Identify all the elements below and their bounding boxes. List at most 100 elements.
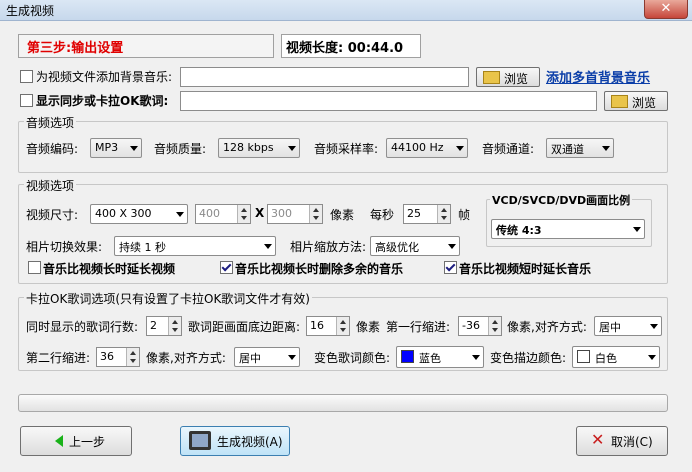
extend-video-label: 音乐比视频长时延长视频 — [43, 262, 176, 276]
trim-music-label: 音乐比视频长时删除多余的音乐 — [235, 262, 404, 276]
close-icon: ✕ — [591, 430, 605, 449]
indent1-label: 第一行缩进: — [386, 320, 451, 334]
audio-channel-select[interactable]: 双通道 — [546, 138, 614, 158]
arrow-up-icon — [130, 351, 136, 355]
audio-quality-label: 音频质量: — [154, 142, 207, 156]
lyrics-browse-button[interactable]: 浏览 — [604, 91, 668, 111]
step-title: 第三步:输出设置 — [27, 41, 124, 56]
progress-bar — [18, 394, 668, 412]
arrow-up-icon — [313, 208, 319, 212]
video-height-stepper[interactable]: 300 — [267, 204, 323, 224]
add-multiple-music-link[interactable]: 添加多首背景音乐 — [546, 67, 650, 86]
arrow-down-icon — [313, 216, 319, 220]
arrow-down-icon — [492, 328, 498, 332]
step-title-panel: 第三步:输出设置 — [18, 34, 274, 58]
aspect-ratio-group-title: VCD/SVCD/DVD画面比例 — [490, 192, 633, 208]
align2-label: 像素,对齐方式: — [146, 351, 226, 365]
arrow-up-icon — [172, 320, 178, 324]
video-length-panel: 视频长度: 00:44.0 — [281, 34, 421, 58]
generate-video-button[interactable]: 生成视频(A) — [180, 426, 290, 456]
zoom-method-label: 相片缩放方法: — [290, 240, 367, 254]
video-size-label: 视频尺寸: — [26, 208, 79, 222]
chevron-down-icon — [650, 324, 658, 329]
video-group-title: 视频选项 — [24, 177, 77, 194]
audio-quality-select[interactable]: 128 kbps — [218, 138, 300, 158]
extend-music-checkbox[interactable] — [444, 261, 457, 274]
chevron-down-icon — [288, 146, 296, 151]
arrow-up-icon — [241, 208, 247, 212]
chevron-down-icon — [288, 355, 296, 360]
arrow-left-icon — [55, 435, 63, 447]
title-bar: 生成视频 ✕ — [0, 0, 692, 21]
bgmusic-label: 为视频文件添加背景音乐: — [36, 70, 173, 84]
outline-color-label: 变色描边颜色: — [490, 351, 567, 365]
video-size-select[interactable]: 400 X 300 — [90, 204, 188, 224]
chevron-down-icon — [456, 146, 464, 151]
size-separator: X — [255, 206, 265, 220]
chevron-down-icon — [472, 355, 480, 360]
chevron-down-icon — [176, 212, 184, 217]
zoom-method-select[interactable]: 高级优化 — [370, 236, 460, 256]
trim-music-checkbox[interactable] — [220, 261, 233, 274]
folder-open-icon — [611, 95, 628, 108]
chevron-down-icon — [264, 244, 272, 249]
transition-label: 相片切换效果: — [26, 240, 103, 254]
cancel-button[interactable]: ✕ 取消(C) — [576, 426, 668, 456]
spinner-buttons[interactable] — [336, 317, 349, 335]
aspect-ratio-select[interactable]: 传统 4:3 — [491, 219, 645, 239]
chevron-down-icon — [602, 146, 610, 151]
lyric-color-select[interactable]: 蓝色 — [396, 346, 484, 368]
bottom-unit-label: 像素 — [356, 320, 381, 334]
audio-codec-select[interactable]: MP3 — [90, 138, 142, 158]
audio-rate-select[interactable]: 44100 Hz — [386, 138, 468, 158]
spinner-buttons[interactable] — [488, 317, 501, 335]
lyric-color-label: 变色歌词颜色: — [314, 351, 391, 365]
chevron-down-icon — [633, 227, 641, 232]
arrow-down-icon — [241, 216, 247, 220]
bgmusic-browse-button[interactable]: 浏览 — [476, 67, 540, 87]
align1-label: 像素,对齐方式: — [507, 320, 587, 334]
spinner-buttons[interactable] — [126, 348, 139, 366]
lyrics-lines-stepper[interactable]: 2 — [146, 316, 182, 336]
indent1-stepper[interactable]: -36 — [458, 316, 502, 336]
chevron-down-icon — [448, 244, 456, 249]
spinner-buttons[interactable] — [309, 205, 322, 223]
lyrics-checkbox[interactable] — [20, 94, 33, 107]
audio-codec-label: 音频编码: — [26, 142, 79, 156]
bgmusic-checkbox[interactable] — [20, 70, 33, 83]
chevron-down-icon — [130, 146, 138, 151]
fps-stepper[interactable]: 25 — [403, 204, 451, 224]
fps-label: 每秒 — [370, 208, 395, 222]
lyrics-path-input[interactable] — [180, 91, 597, 111]
bottom-distance-stepper[interactable]: 16 — [306, 316, 350, 336]
pixel-unit-label: 像素 — [330, 208, 355, 222]
align2-select[interactable]: 居中 — [234, 347, 300, 367]
spinner-buttons[interactable] — [168, 317, 181, 335]
spinner-buttons[interactable] — [437, 205, 450, 223]
align1-select[interactable]: 居中 — [594, 316, 662, 336]
prev-step-button[interactable]: 上一步 — [20, 426, 132, 456]
lyrics-label: 显示同步或卡拉OK歌词: — [36, 94, 169, 108]
arrow-down-icon — [441, 216, 447, 220]
arrow-up-icon — [492, 320, 498, 324]
bgmusic-path-input[interactable] — [180, 67, 469, 87]
close-button[interactable]: ✕ — [644, 0, 688, 19]
chevron-down-icon — [648, 355, 656, 360]
extend-video-checkbox[interactable] — [28, 261, 41, 274]
bottom-distance-label: 歌词距画面底边距离: — [188, 320, 301, 334]
arrow-down-icon — [172, 328, 178, 332]
transition-select[interactable]: 持续 1 秒 — [114, 236, 276, 256]
film-icon — [189, 431, 211, 450]
arrow-down-icon — [130, 359, 136, 363]
audio-group-title: 音频选项 — [24, 114, 77, 131]
video-width-stepper[interactable]: 400 — [195, 204, 251, 224]
indent2-stepper[interactable]: 36 — [96, 347, 140, 367]
spinner-buttons[interactable] — [237, 205, 250, 223]
audio-rate-label: 音频采样率: — [314, 142, 379, 156]
outline-color-select[interactable]: 白色 — [572, 346, 660, 368]
indent2-label: 第二行缩进: — [26, 351, 91, 365]
video-length: 视频长度: 00:44.0 — [286, 41, 404, 56]
window-title: 生成视频 — [6, 4, 55, 18]
folder-open-icon — [483, 71, 500, 84]
arrow-down-icon — [340, 328, 346, 332]
